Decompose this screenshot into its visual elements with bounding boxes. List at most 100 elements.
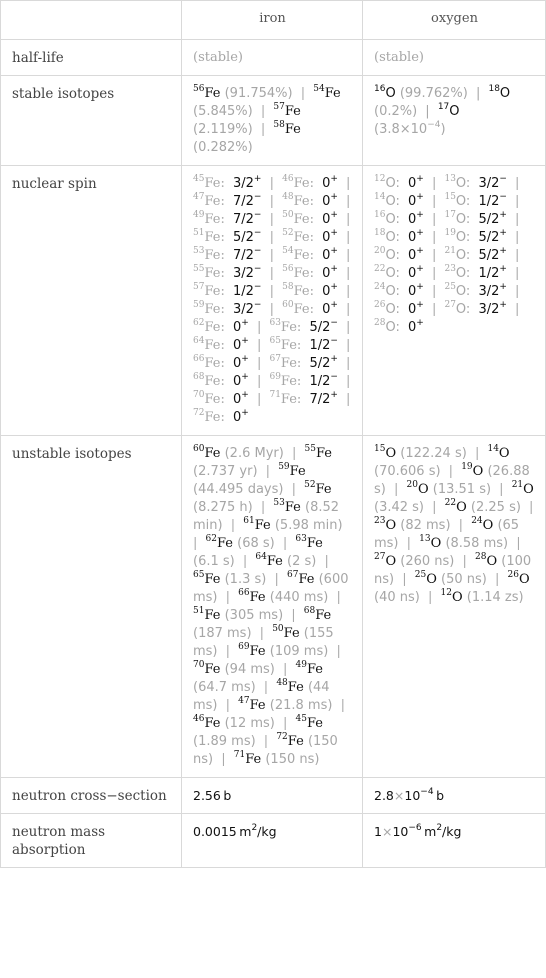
isotope-value: (6.1 s) (193, 554, 235, 569)
mass-number: 49 (295, 660, 307, 670)
value-text: (64.7 ms) (193, 680, 256, 695)
element-symbol: Fe: (280, 320, 302, 335)
value-text: (94 ms) (224, 662, 275, 677)
value-text: (6.1 s) (193, 554, 235, 569)
separator: | (427, 266, 441, 281)
element-symbol: Fe (315, 446, 332, 461)
spin-item: 71Fe: 7/2+ (269, 391, 337, 408)
spin-item: 53Fe: 7/2− (193, 247, 261, 264)
isotope-item: 13O (8.58 ms) (419, 534, 508, 552)
mass-number: 60 (193, 444, 205, 454)
spin-value: 0+ (232, 390, 249, 408)
mass-number: 13 (419, 534, 431, 544)
spin-value: 0+ (232, 354, 249, 372)
spin-value: 0+ (232, 336, 249, 354)
spin-value: 0+ (407, 318, 424, 336)
times-sign: × (381, 824, 393, 839)
mass-number: 54 (282, 246, 294, 256)
spin-value: 3/2+ (478, 300, 507, 318)
parity: + (416, 264, 424, 274)
value-text: (82 ms) (400, 518, 451, 533)
isotope-value: (2 s) (287, 554, 316, 569)
separator: | (495, 482, 508, 497)
mass-number: 14 (374, 192, 386, 202)
element-symbol: Fe (306, 716, 323, 731)
row-neutron-cross-section: neutron cross−section 2.56 b 2.8×10−4 b (0, 777, 546, 814)
spin-item: 16O: 0+ (374, 211, 424, 228)
spin-item: 57Fe: 1/2− (193, 283, 261, 300)
element-symbol: Fe: (204, 374, 225, 389)
element-symbol: O (472, 464, 484, 479)
element-symbol: Fe: (204, 176, 225, 191)
spin-item: 18O: 0+ (374, 228, 424, 246)
element-symbol: Fe (245, 752, 262, 767)
element-symbol: Fe (324, 86, 341, 101)
separator: | (341, 302, 351, 317)
isotope-value: (70.606 s) (374, 464, 441, 479)
separator: | (421, 104, 434, 119)
spin-item: 58Fe: 0+ (282, 282, 338, 300)
spin-item: 21O: 5/2+ (444, 247, 506, 264)
element-symbol: Fe: (204, 230, 225, 245)
parity: + (416, 174, 424, 184)
mass-number: 68 (193, 372, 205, 382)
spin-value: 0+ (407, 300, 424, 318)
value-text: (13.51 s) (432, 482, 492, 497)
separator: | (256, 500, 270, 515)
parity: + (416, 228, 424, 238)
element-symbol: Fe: (293, 212, 314, 227)
separator: | (341, 392, 351, 407)
parity: + (330, 282, 338, 292)
parity: + (330, 192, 338, 202)
spin-item: 66Fe: 0+ (193, 354, 249, 372)
element-symbol: Fe: (204, 212, 225, 227)
separator: | (341, 356, 351, 371)
row-half-life: half-life (stable) (stable) (0, 39, 546, 76)
element-symbol: O (385, 86, 396, 101)
isotope-value: (8.58 ms) (445, 536, 508, 551)
element-symbol: Fe (249, 698, 266, 713)
separator: | (336, 698, 345, 713)
mass-number: 18 (374, 228, 386, 238)
mass-number: 56 (193, 84, 205, 94)
isotope-value: (109 ms) (270, 644, 329, 659)
mass-number: 15 (374, 444, 386, 454)
spin-item: 70Fe: 0+ (193, 390, 249, 408)
spin-item: 24O: 0+ (374, 282, 424, 300)
element-symbol: Fe (287, 734, 304, 749)
isotope-value: (2.25 s) (471, 500, 521, 515)
mass-number: 25 (414, 570, 427, 580)
mass-number: 57 (273, 102, 285, 112)
spin-item: 59Fe: 3/2− (193, 301, 261, 318)
separator: | (427, 212, 441, 227)
mantissa: 2.56 (193, 788, 221, 803)
spin-value: 0+ (407, 282, 424, 300)
element-symbol: O (486, 554, 498, 569)
isotope-value: (40 ns) (374, 590, 420, 605)
spin-value: 0+ (322, 228, 338, 246)
parity: + (416, 300, 424, 310)
value-text: (2.119%) (193, 122, 253, 137)
spin-value: 0+ (322, 192, 338, 210)
mass-number: 51 (193, 228, 205, 238)
isotope-item: 51Fe (305 ms) (193, 607, 283, 624)
spin-item: 52Fe: 0+ (282, 228, 338, 246)
spin-item: 25O: 3/2+ (444, 283, 506, 300)
isotope-value: (122.24 s) (400, 446, 467, 461)
spin-value: 1/2+ (478, 264, 507, 282)
separator: | (423, 590, 437, 605)
value-text: (150 ns) (265, 752, 320, 767)
element-symbol: O: (385, 194, 400, 209)
mass-number: 46 (282, 174, 294, 184)
value-text: (12 ms) (224, 716, 275, 731)
parity: + (330, 228, 338, 238)
spin-value: 1/2− (309, 336, 338, 354)
spin-item: 27O: 3/2+ (444, 300, 507, 318)
separator: | (341, 374, 351, 389)
element-symbol: O (385, 446, 397, 461)
mass-number: 15 (444, 192, 456, 202)
element-symbol: Fe: (204, 248, 225, 263)
value-text: (21.8 ms) (269, 698, 333, 713)
spin-value: 3/2− (478, 174, 507, 192)
mass-number: 12 (374, 174, 386, 184)
